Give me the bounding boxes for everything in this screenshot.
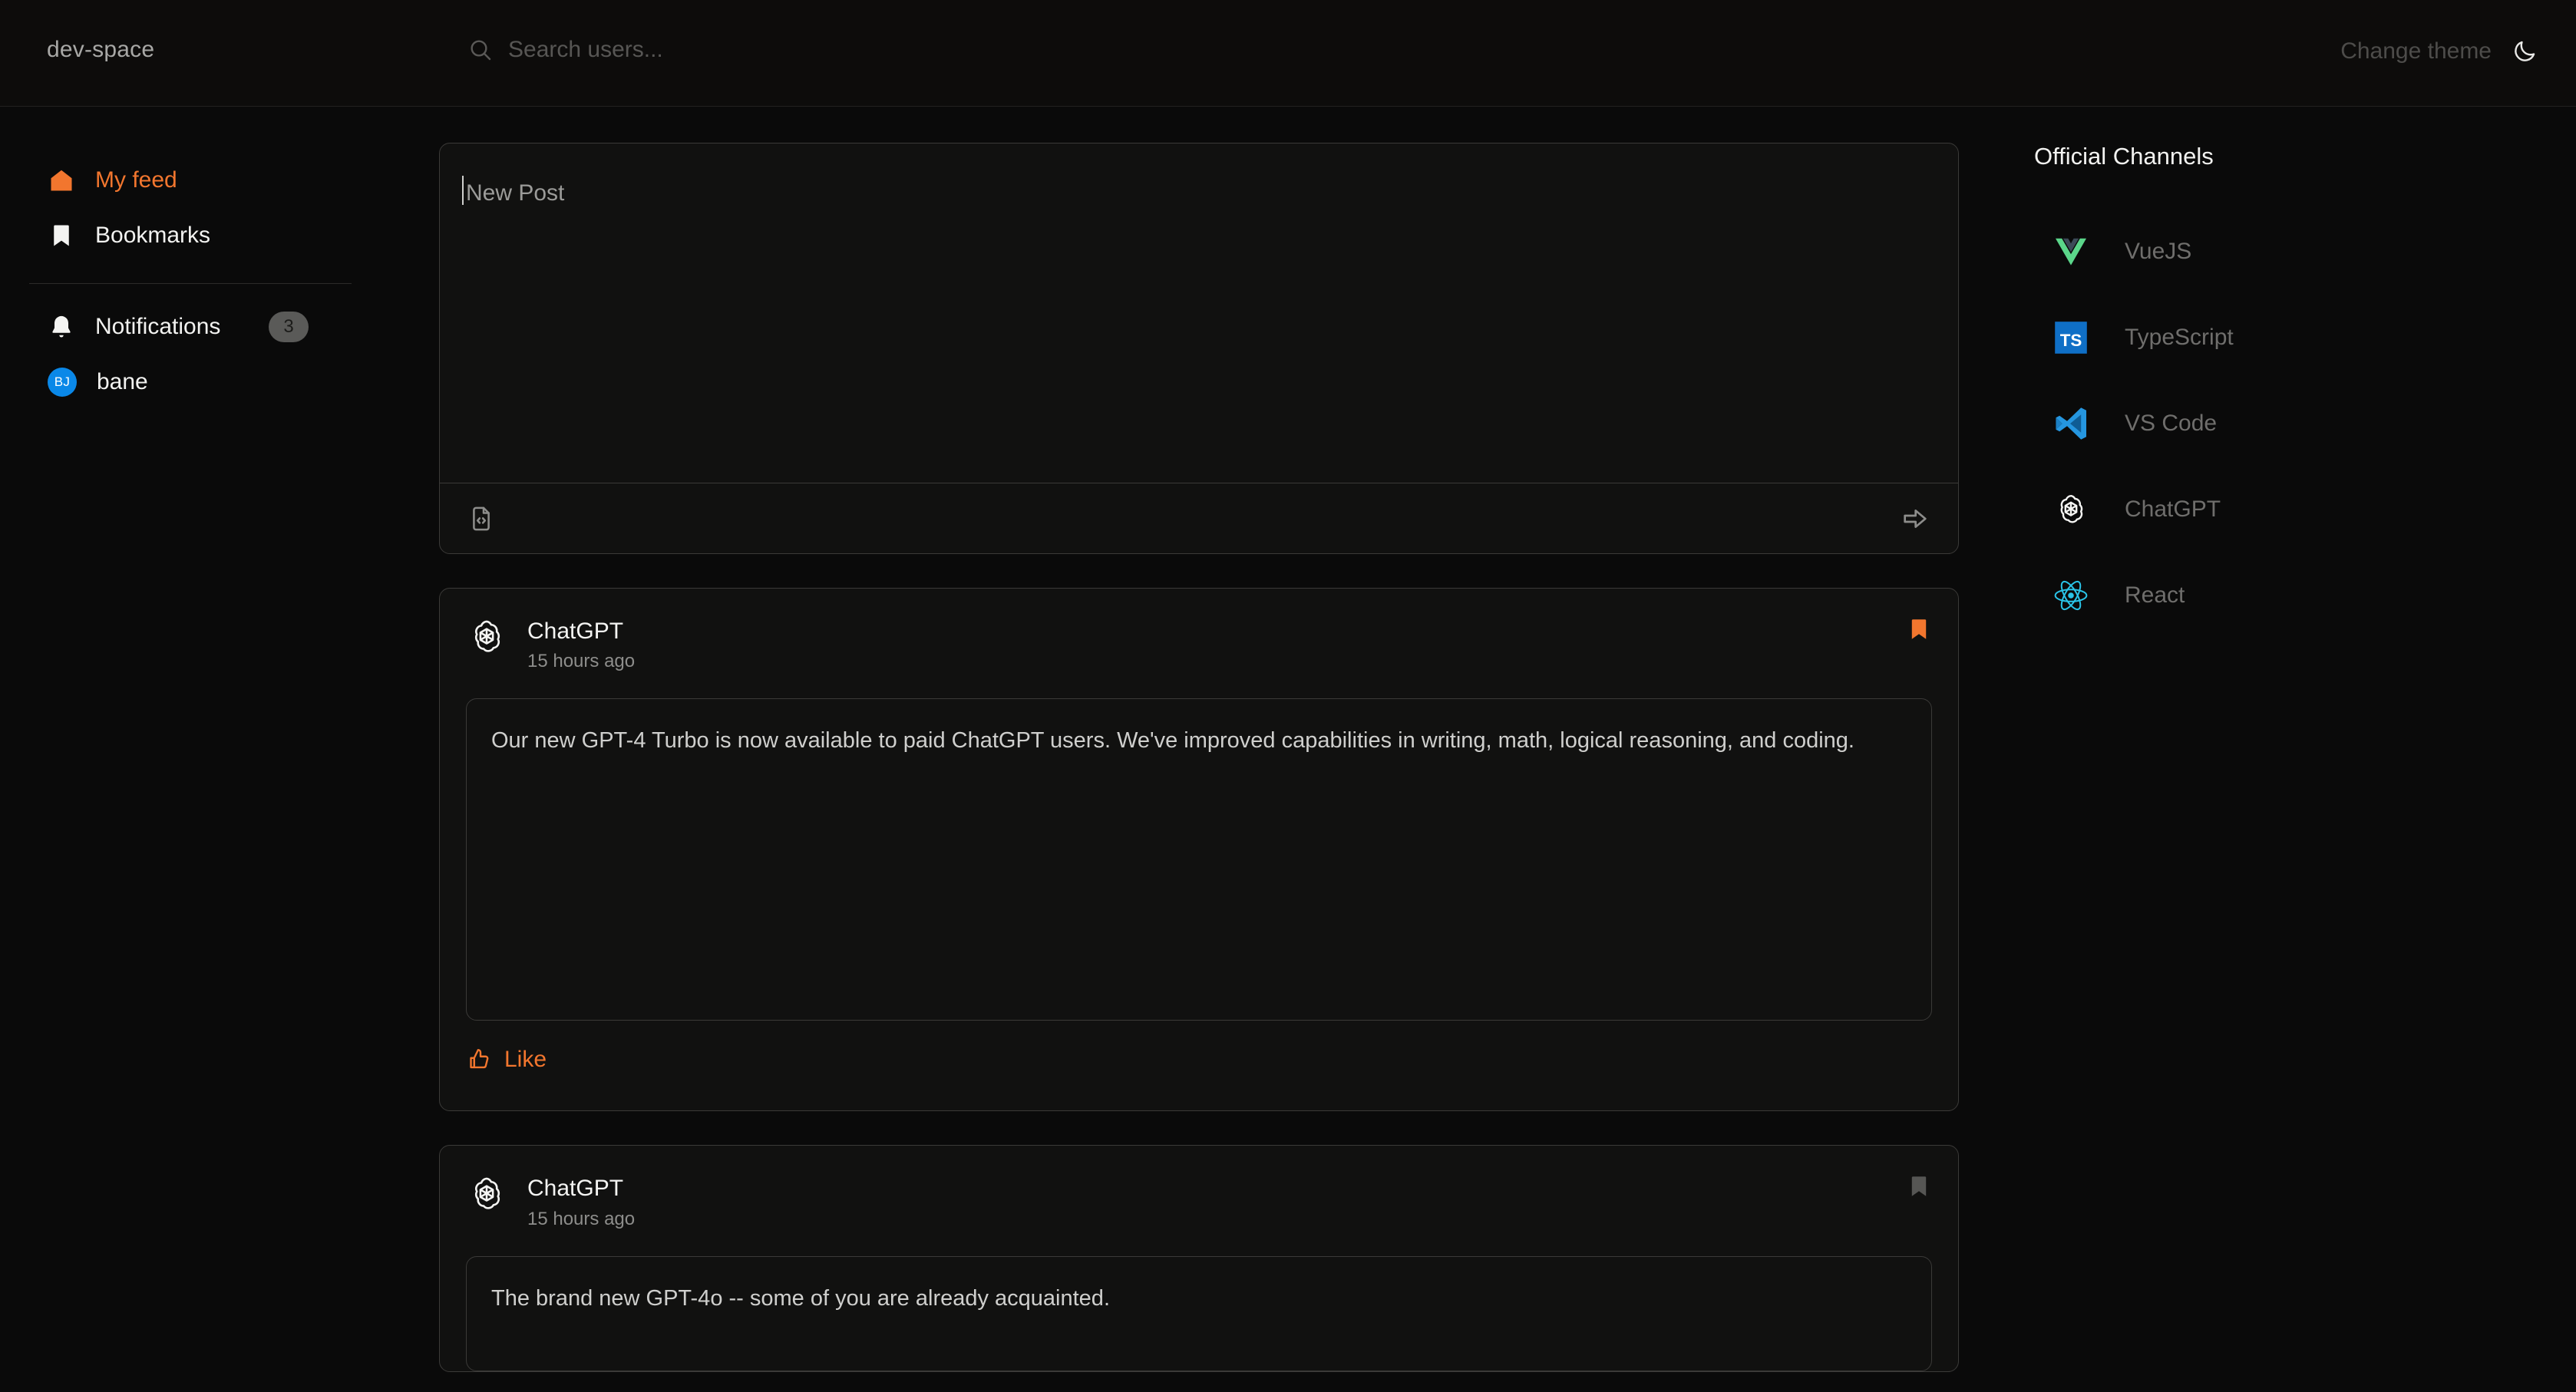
- post-meta: ChatGPT 15 hours ago: [527, 616, 635, 672]
- post-actions: Like: [440, 1021, 1958, 1110]
- typescript-logo-icon: TS: [2034, 319, 2089, 356]
- channel-label: ChatGPT: [2125, 496, 2221, 522]
- post-header: ChatGPT 15 hours ago: [440, 589, 1958, 672]
- svg-text:TS: TS: [2060, 331, 2082, 350]
- home-icon: [48, 167, 75, 194]
- feed-column: New Post ChatGPT 15 hours ago Our new GP…: [439, 143, 1959, 1392]
- avatar: BJ: [48, 368, 77, 397]
- new-post-composer: New Post: [439, 143, 1959, 554]
- text-caret: [462, 176, 464, 205]
- channel-label: TypeScript: [2125, 325, 2234, 350]
- post-bookmark-button[interactable]: [1906, 1173, 1932, 1199]
- bell-icon: [48, 313, 75, 341]
- post-author: ChatGPT: [527, 618, 624, 644]
- sidebar-divider: [29, 283, 352, 284]
- chatgpt-logo-icon: [466, 1173, 507, 1215]
- channels-title: Official Channels: [2034, 143, 2214, 170]
- search-bar[interactable]: [468, 37, 938, 63]
- vscode-logo-icon: [2034, 405, 2089, 442]
- left-sidebar: My feed Bookmarks Notifications 3 BJ ban…: [0, 107, 399, 1392]
- vuejs-logo-icon: [2034, 233, 2089, 270]
- channel-item-typescript[interactable]: TS TypeScript: [2034, 295, 2495, 381]
- post-card: ChatGPT 15 hours ago Our new GPT-4 Turbo…: [439, 588, 1959, 1112]
- sidebar-item-bookmarks[interactable]: Bookmarks: [0, 208, 399, 263]
- post-author: ChatGPT: [527, 1176, 624, 1202]
- sidebar-item-label: Notifications: [95, 314, 221, 339]
- post-text: The brand new GPT-4o -- some of you are …: [491, 1285, 1110, 1311]
- channel-label: VS Code: [2125, 411, 2218, 436]
- post-body: The brand new GPT-4o -- some of you are …: [466, 1255, 1932, 1371]
- change-theme-button[interactable]: Change theme: [2340, 38, 2538, 64]
- composer-textarea[interactable]: New Post: [440, 143, 1958, 483]
- channel-label: VueJS: [2125, 239, 2192, 264]
- like-button[interactable]: Like: [466, 1047, 547, 1073]
- post-meta: ChatGPT 15 hours ago: [527, 1173, 635, 1229]
- notifications-badge: 3: [269, 312, 309, 342]
- channel-item-vuejs[interactable]: VueJS: [2034, 209, 2495, 295]
- search-icon: [468, 38, 493, 62]
- post-body: Our new GPT-4 Turbo is now available to …: [466, 698, 1932, 1021]
- sidebar-item-notifications[interactable]: Notifications 3: [0, 299, 399, 355]
- sidebar-item-my-feed[interactable]: My feed: [0, 153, 399, 208]
- change-theme-label: Change theme: [2340, 38, 2492, 64]
- like-label: Like: [504, 1047, 547, 1073]
- channel-label: React: [2125, 582, 2185, 608]
- composer-placeholder: New Post: [462, 176, 1932, 206]
- composer-toolbar: [440, 483, 1958, 553]
- send-arrow-icon[interactable]: [1900, 503, 1930, 534]
- channel-item-react[interactable]: React: [2034, 553, 2495, 638]
- post-bookmark-button[interactable]: [1906, 616, 1932, 642]
- moon-icon[interactable]: [2512, 38, 2538, 64]
- chatgpt-logo-icon: [466, 616, 507, 658]
- sidebar-item-bane[interactable]: BJ bane: [0, 355, 399, 410]
- top-header: dev-space Change theme: [0, 0, 2576, 107]
- bookmark-icon: [48, 222, 75, 249]
- channel-item-chatgpt[interactable]: ChatGPT: [2034, 467, 2495, 553]
- sidebar-item-label: bane: [97, 369, 148, 394]
- official-channels-panel: Official Channels VueJS TS TypeScript VS…: [2034, 143, 2495, 638]
- sidebar-item-label: My feed: [95, 167, 177, 193]
- post-card: ChatGPT 15 hours ago The brand new GPT-4…: [439, 1145, 1959, 1372]
- post-timestamp: 15 hours ago: [527, 1208, 636, 1229]
- post-text: Our new GPT-4 Turbo is now available to …: [491, 728, 1854, 754]
- search-input[interactable]: [508, 37, 938, 63]
- file-code-icon[interactable]: [467, 505, 495, 533]
- post-timestamp: 15 hours ago: [527, 651, 636, 672]
- app-brand: dev-space: [47, 37, 155, 62]
- post-header: ChatGPT 15 hours ago: [440, 1146, 1958, 1229]
- thumbs-up-icon: [466, 1047, 492, 1073]
- react-logo-icon: [2034, 577, 2089, 614]
- chatgpt-logo-icon: [2034, 491, 2089, 528]
- sidebar-item-label: Bookmarks: [95, 223, 211, 248]
- channel-item-vscode[interactable]: VS Code: [2034, 381, 2495, 467]
